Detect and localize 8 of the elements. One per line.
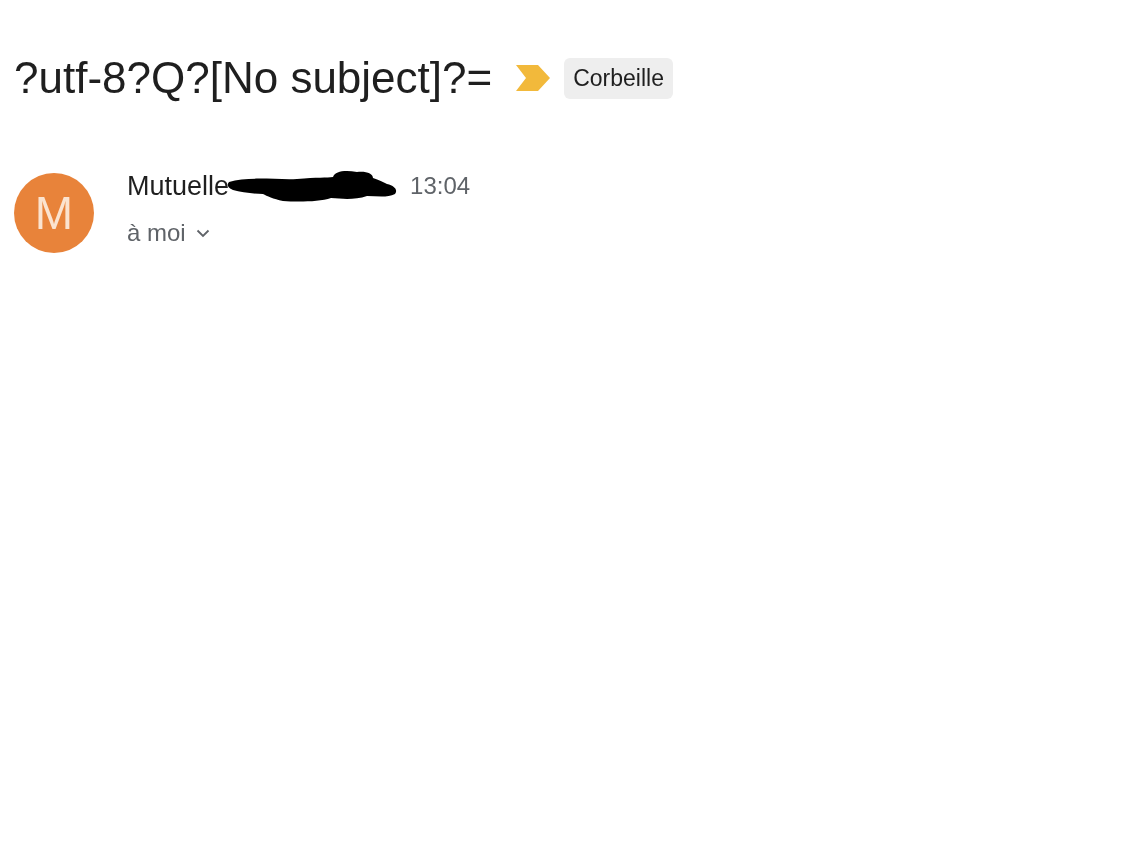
caret-icon [195, 228, 210, 238]
email-subject: ?utf-8?Q?[No subject]?= [14, 56, 493, 100]
recipient-details-button[interactable]: à moi [127, 218, 210, 248]
importance-marker-icon[interactable] [516, 65, 551, 91]
sender-name: Mutuelle [127, 171, 230, 201]
avatar: M [14, 173, 94, 253]
label-chip[interactable]: Corbeille [564, 57, 673, 99]
message-time: 13:04 [410, 171, 471, 201]
